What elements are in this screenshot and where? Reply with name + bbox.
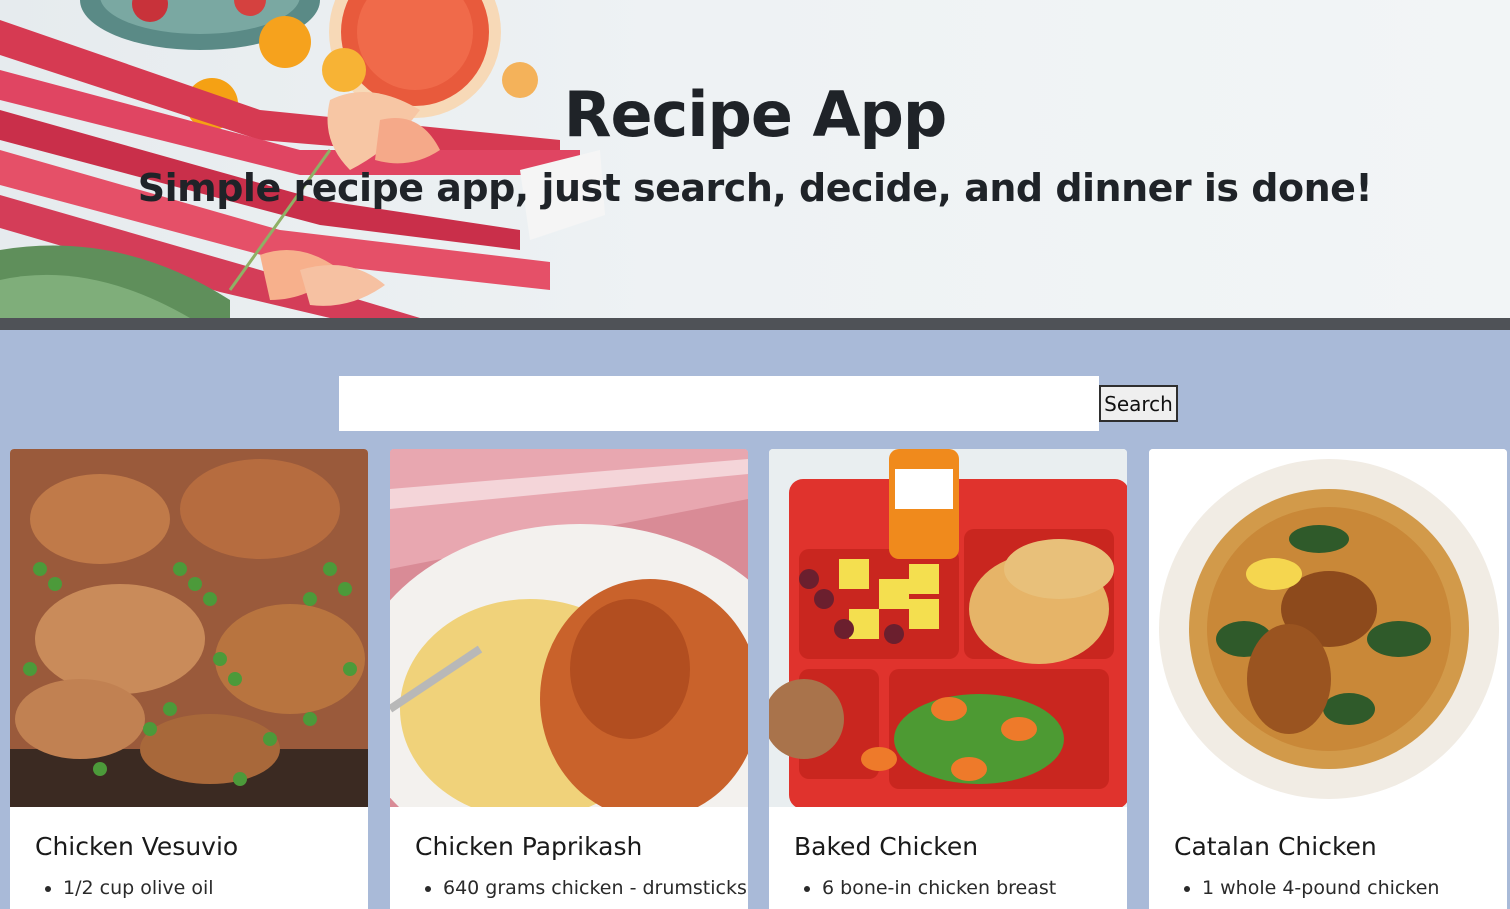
recipe-grid: Chicken Vesuvio 1/2 cup olive oil Chicke… (10, 449, 1510, 909)
search-form: Search (339, 376, 1178, 431)
recipe-image (1149, 449, 1507, 807)
hero-divider (0, 318, 1510, 330)
ingredient-list: 1/2 cup olive oil (35, 877, 214, 899)
recipe-card[interactable]: Chicken Vesuvio 1/2 cup olive oil (10, 449, 368, 909)
search-button[interactable]: Search (1099, 385, 1178, 422)
recipe-card[interactable]: Chicken Paprikash 640 grams chicken - dr… (390, 449, 748, 909)
recipe-card[interactable]: Baked Chicken 6 bone-in chicken breast (769, 449, 1127, 909)
recipe-image (390, 449, 748, 807)
recipe-title: Baked Chicken (794, 832, 979, 861)
ingredient-item: 6 bone-in chicken breast (822, 877, 1056, 899)
recipe-image (769, 449, 1127, 807)
ingredient-item: 1 whole 4-pound chicken (1202, 877, 1439, 899)
search-input[interactable] (339, 376, 1099, 431)
recipe-image (10, 449, 368, 807)
recipe-title: Chicken Vesuvio (35, 832, 239, 861)
ingredient-item: 1/2 cup olive oil (63, 877, 214, 899)
recipe-card[interactable]: Catalan Chicken 1 whole 4-pound chicken (1149, 449, 1507, 909)
hero-banner: Recipe App Simple recipe app, just searc… (0, 0, 1510, 318)
hero-food-image (0, 0, 605, 318)
recipe-title: Chicken Paprikash (415, 832, 643, 861)
ingredient-list: 640 grams chicken - drumsticks (415, 877, 747, 899)
ingredient-item: 640 grams chicken - drumsticks (443, 877, 747, 899)
page-subtitle: Simple recipe app, just search, decide, … (137, 166, 1373, 210)
recipe-title: Catalan Chicken (1174, 832, 1377, 861)
ingredient-list: 6 bone-in chicken breast (794, 877, 1056, 899)
page-title: Recipe App (563, 78, 948, 151)
ingredient-list: 1 whole 4-pound chicken (1174, 877, 1439, 899)
